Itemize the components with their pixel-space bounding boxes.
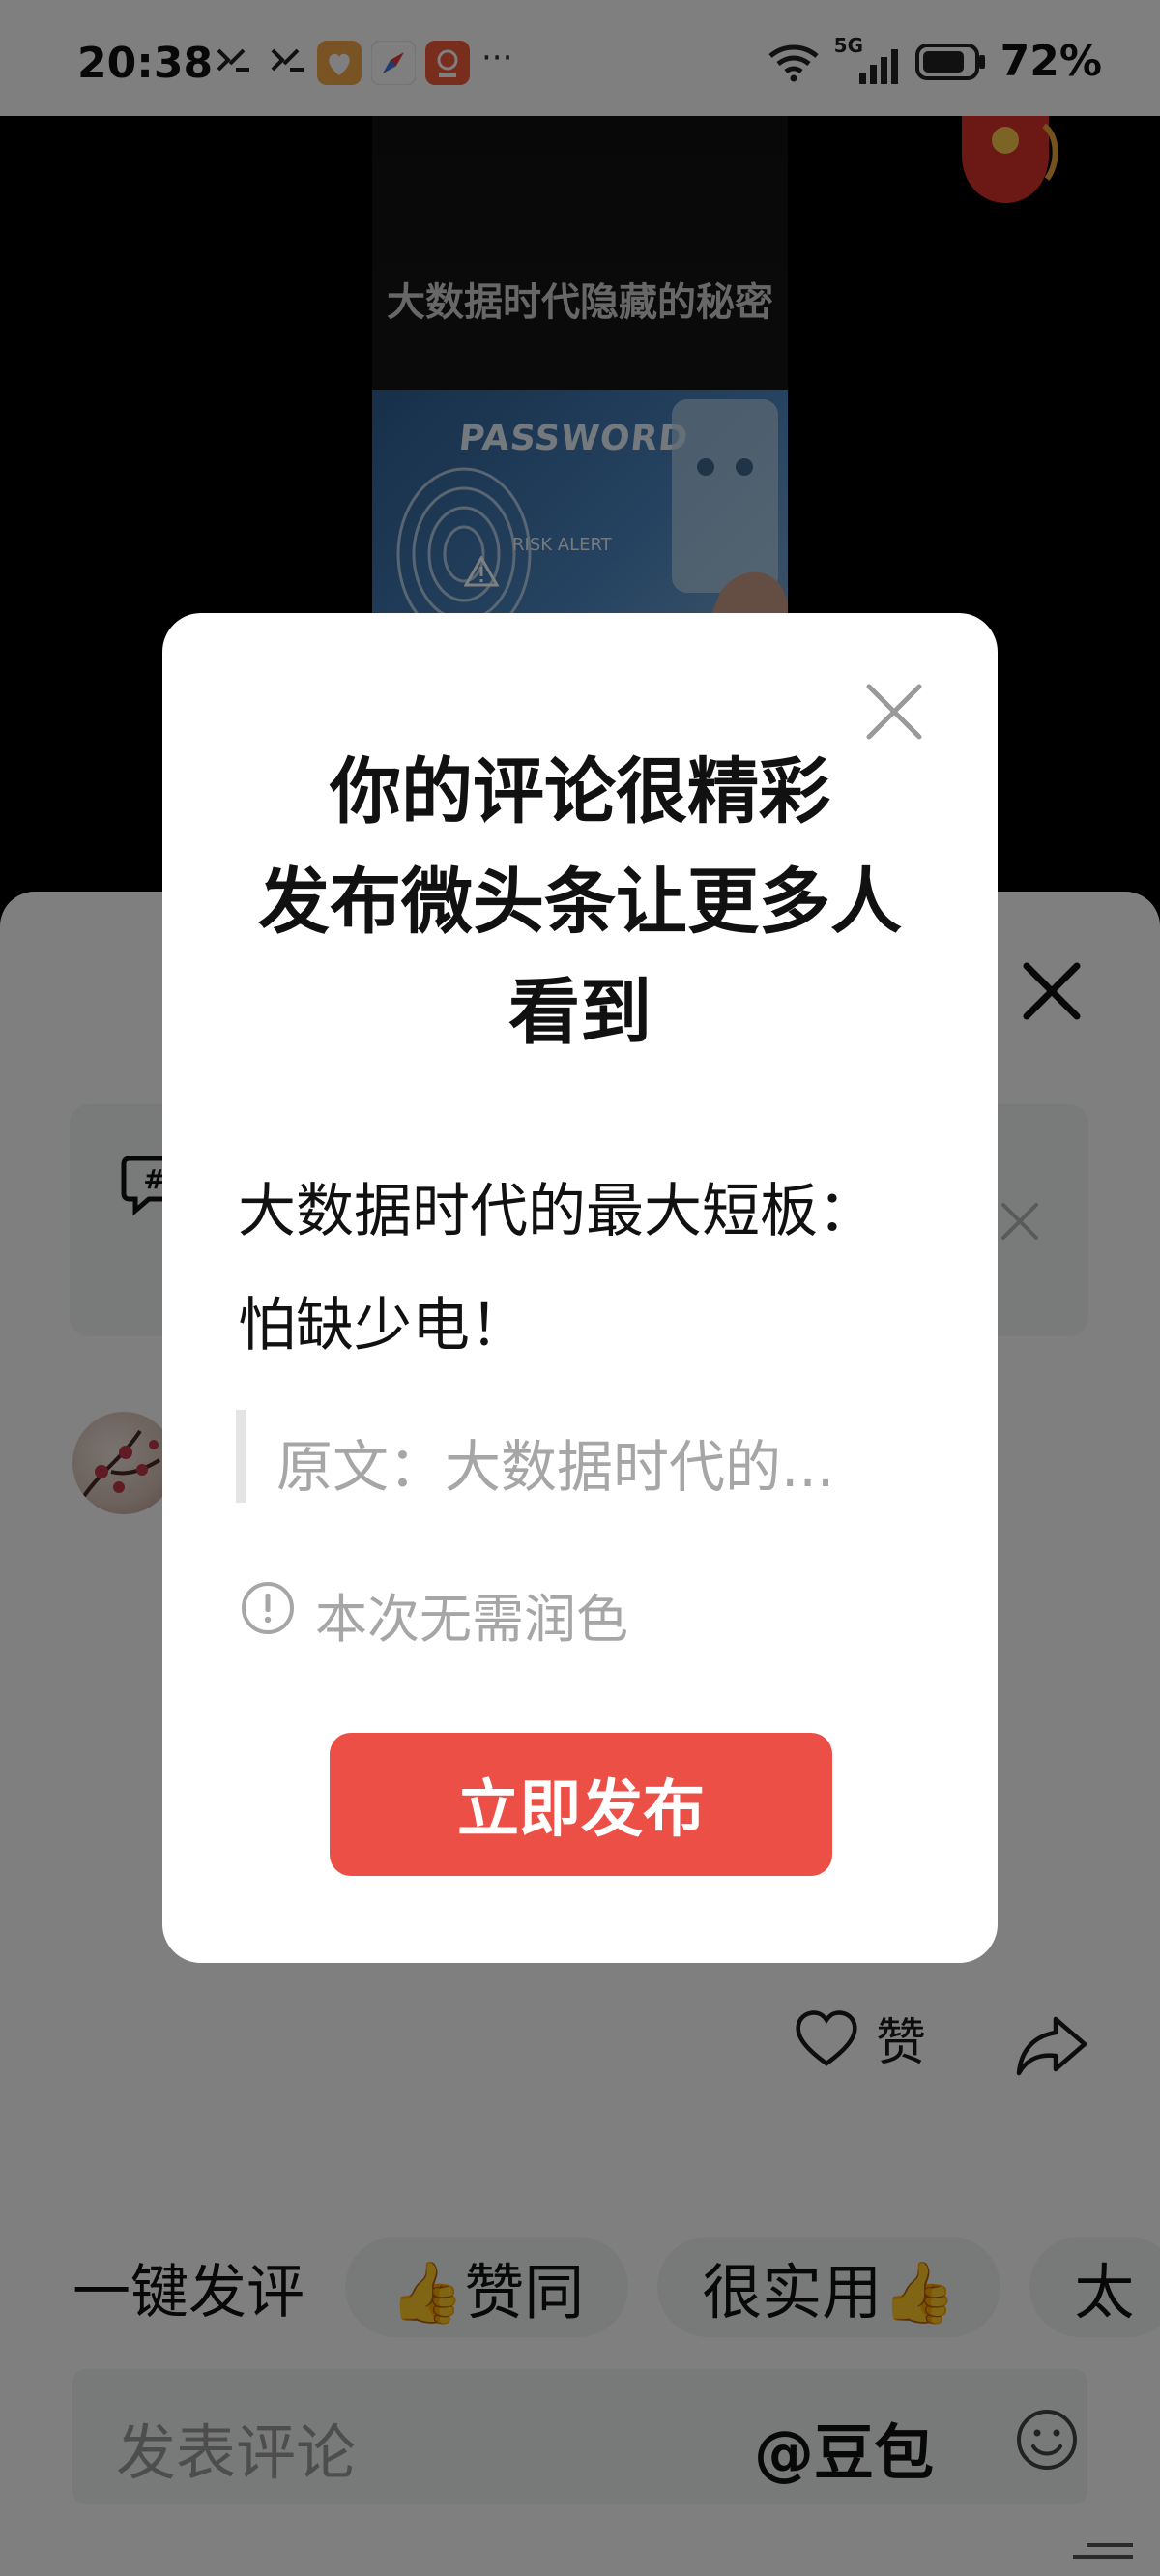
info-text: 本次无需润色 [315,1589,628,1650]
info-icon [242,1582,294,1634]
dialog-title-line: 看到 [508,971,652,1054]
dialog-title-line: 你的评论很精彩 [330,750,830,834]
original-quote: 原文：大数据时代的... [276,1434,835,1500]
close-icon[interactable] [863,681,925,743]
dialog-title: 你的评论很精彩 发布微头条让更多人 看到 [191,737,969,1068]
comment-text: 大数据时代的最大短板： 怕缺少电！ [238,1155,934,1383]
comment-line: 怕缺少电！ [238,1292,528,1360]
publish-dialog: 你的评论很精彩 发布微头条让更多人 看到 大数据时代的最大短板： 怕缺少电！ 原… [162,613,998,1963]
dialog-title-line: 发布微头条让更多人 [258,861,902,944]
publish-now-button[interactable]: 立即发布 [330,1733,832,1876]
quote-bar [236,1410,246,1503]
comment-line: 大数据时代的最大短板： [238,1178,876,1245]
